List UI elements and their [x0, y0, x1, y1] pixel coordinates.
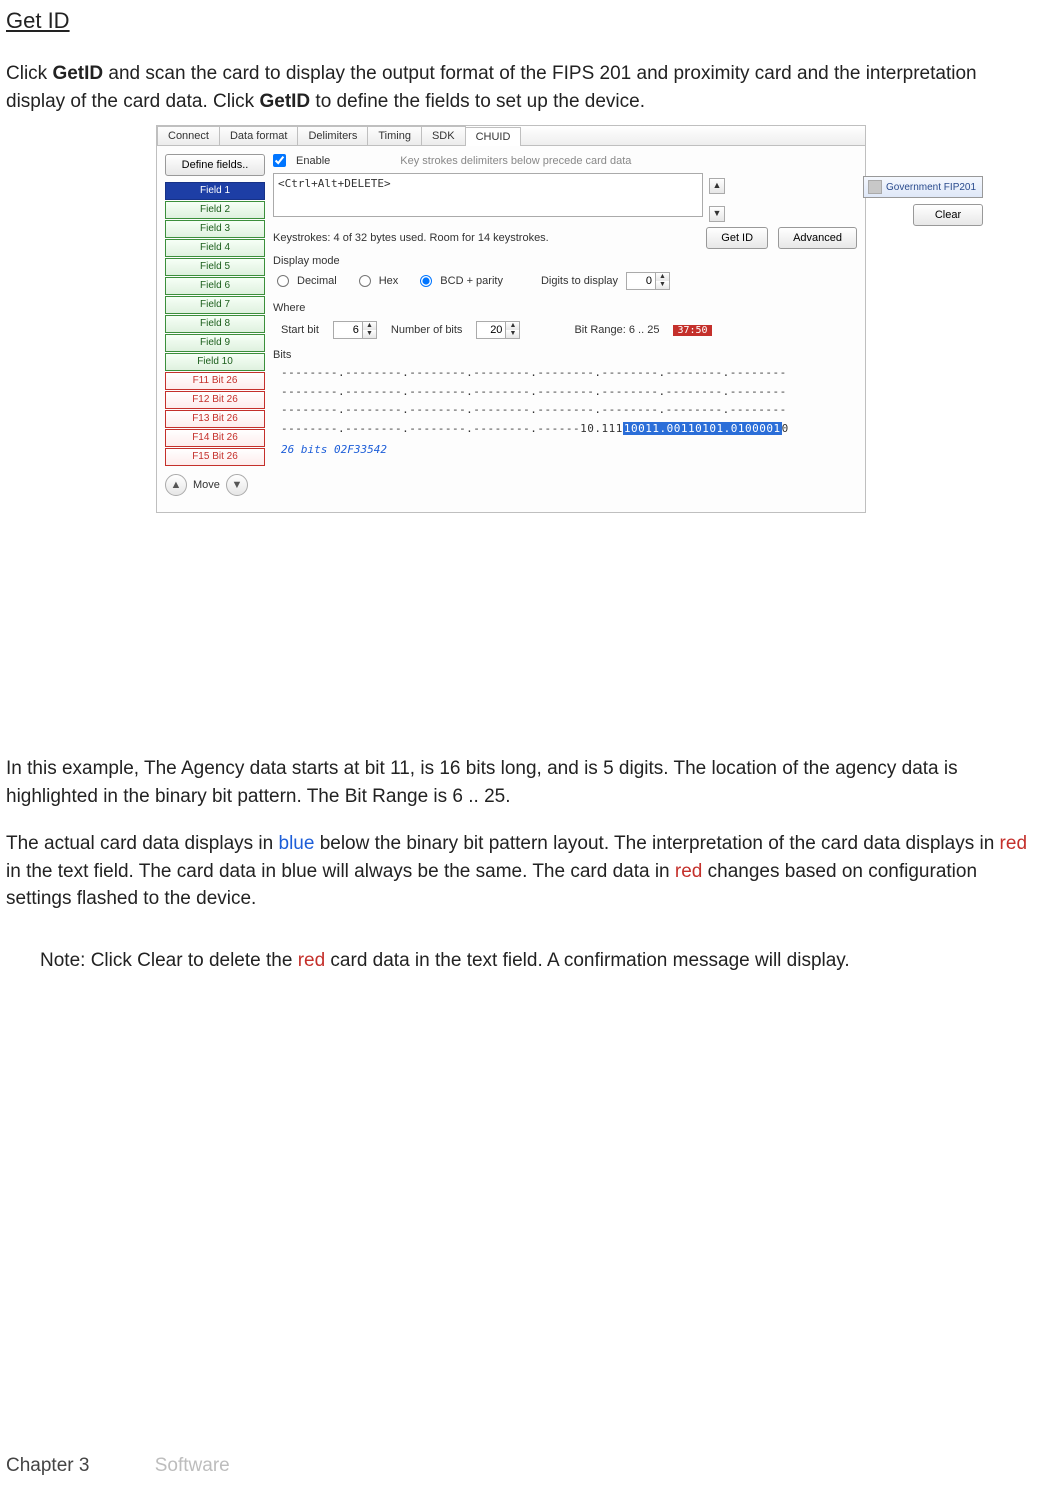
page-footer: Chapter 3 Software [6, 1455, 230, 1477]
define-fields-button[interactable]: Define fields.. [165, 154, 265, 176]
color-explain-paragraph: The actual card data displays in blue be… [6, 830, 1040, 913]
field-button-2[interactable]: Field 2 [165, 201, 265, 219]
note-paragraph: Note: Click Clear to delete the red card… [40, 947, 1040, 975]
numbits-spinner[interactable]: ▲▼ [476, 321, 520, 339]
scroll-up-icon[interactable]: ▲ [709, 178, 725, 194]
intro-e: to define the fields to set up the devic… [310, 91, 645, 112]
bitrange-label: Bit Range: 6 .. 25 [574, 324, 659, 336]
radio-decimal[interactable] [277, 275, 289, 287]
field-button-4[interactable]: Field 4 [165, 239, 265, 257]
intro-bold-2: GetID [259, 91, 310, 112]
field-button-f11[interactable]: F11 Bit 26 [165, 372, 265, 390]
radio-hex[interactable] [359, 275, 371, 287]
move-up-button[interactable]: ▲ [165, 474, 187, 496]
note-red: red [298, 950, 325, 971]
footer-chapter: Chapter 3 [6, 1455, 89, 1476]
field-button-9[interactable]: Field 9 [165, 334, 265, 352]
display-mode-label: Display mode [273, 255, 857, 267]
bits-line-2: --------.--------.--------.--------.----… [281, 383, 857, 402]
keystroke-value: <Ctrl+Alt+DELETE> [278, 177, 698, 190]
getid-button[interactable]: Get ID [706, 227, 768, 249]
digits-spinner[interactable]: ▲▼ [626, 272, 670, 290]
field-button-f14[interactable]: F14 Bit 26 [165, 429, 265, 447]
field-button-3[interactable]: Field 3 [165, 220, 265, 238]
government-icon [868, 180, 882, 194]
field-button-10[interactable]: Field 10 [165, 353, 265, 371]
p3-red2: red [675, 861, 702, 882]
field-button-6[interactable]: Field 6 [165, 277, 265, 295]
tab-chuid[interactable]: CHUID [465, 127, 522, 146]
up-icon[interactable]: ▲ [655, 273, 669, 281]
down-icon[interactable]: ▼ [655, 281, 669, 289]
radio-decimal-label: Decimal [297, 275, 337, 287]
digits-label: Digits to display [541, 275, 618, 287]
field-button-f12[interactable]: F12 Bit 26 [165, 391, 265, 409]
tab-bar: Connect Data format Delimiters Timing SD… [157, 126, 865, 146]
example-paragraph: In this example, The Agency data starts … [6, 755, 1040, 810]
enable-checkbox[interactable] [273, 154, 286, 167]
bits-line-1: --------.--------.--------.--------.----… [281, 364, 857, 383]
field-button-7[interactable]: Field 7 [165, 296, 265, 314]
field-button-f13[interactable]: F13 Bit 26 [165, 410, 265, 428]
startbit-value[interactable] [334, 324, 362, 336]
enable-label: Enable [296, 155, 330, 167]
bits4-highlight: 10011.00110101.0100001 [623, 422, 782, 435]
intro-a: Click [6, 63, 52, 84]
radio-hex-label: Hex [379, 275, 399, 287]
startbit-spinner[interactable]: ▲▼ [333, 321, 377, 339]
p3-red1: red [1000, 833, 1027, 854]
bits-block: --------.--------.--------.--------.----… [273, 364, 857, 439]
tab-timing[interactable]: Timing [367, 126, 422, 145]
field-button-f15[interactable]: F15 Bit 26 [165, 448, 265, 466]
intro-bold-1: GetID [52, 63, 103, 84]
bits-label: Bits [273, 349, 857, 361]
status-text: Keystrokes: 4 of 32 bytes used. Room for… [273, 232, 549, 244]
clear-button[interactable]: Clear [913, 204, 983, 226]
p3-c: below the binary bit pattern layout. The… [314, 833, 999, 854]
government-fips-button[interactable]: Government FIP201 [863, 176, 983, 198]
field-button-1[interactable]: Field 1 [165, 182, 265, 200]
field-button-5[interactable]: Field 5 [165, 258, 265, 276]
section-title: Get ID [6, 8, 1040, 34]
scroll-down-icon[interactable]: ▼ [709, 206, 725, 222]
move-down-button[interactable]: ▼ [226, 474, 248, 496]
advanced-button[interactable]: Advanced [778, 227, 857, 249]
radio-bcd[interactable] [420, 275, 432, 287]
radio-bcd-label: BCD + parity [440, 275, 503, 287]
bits4-pre: --------.--------.--------.--------.----… [281, 422, 623, 435]
down-icon[interactable]: ▼ [505, 330, 519, 338]
tab-sdk[interactable]: SDK [421, 126, 466, 145]
up-icon[interactable]: ▲ [505, 322, 519, 330]
screenshot-panel: Connect Data format Delimiters Timing SD… [156, 125, 866, 513]
bits-line-3: --------.--------.--------.--------.----… [281, 401, 857, 420]
numbits-label: Number of bits [391, 324, 463, 336]
intro-paragraph: Click GetID and scan the card to display… [6, 60, 1040, 115]
footer-title: Software [155, 1455, 230, 1476]
field-button-8[interactable]: Field 8 [165, 315, 265, 333]
p3-a: The actual card data displays in [6, 833, 279, 854]
tab-connect[interactable]: Connect [157, 126, 220, 145]
where-label: Where [273, 302, 857, 314]
startbit-label: Start bit [281, 324, 319, 336]
p3-e: in the text field. The card data in blue… [6, 861, 675, 882]
numbits-value[interactable] [477, 324, 505, 336]
digits-value[interactable] [627, 275, 655, 287]
government-label: Government FIP201 [886, 182, 976, 193]
bits4-post: 0 [782, 422, 789, 435]
bitrange-red-badge: 37:50 [673, 325, 711, 336]
keystroke-textbox[interactable]: <Ctrl+Alt+DELETE> [273, 173, 703, 217]
hint-label: Key strokes delimiters below precede car… [400, 155, 631, 167]
note-c: card data in the text field. A confirmat… [325, 950, 850, 971]
tab-delimiters[interactable]: Delimiters [297, 126, 368, 145]
tab-data-format[interactable]: Data format [219, 126, 298, 145]
note-a: Note: Click Clear to delete the [40, 950, 298, 971]
up-icon[interactable]: ▲ [362, 322, 376, 330]
bits-line-4: --------.--------.--------.--------.----… [281, 420, 857, 439]
move-label: Move [193, 479, 220, 491]
p3-blue: blue [279, 833, 315, 854]
interpretation-line: 26 bits 02F33542 [273, 443, 857, 456]
down-icon[interactable]: ▼ [362, 330, 376, 338]
